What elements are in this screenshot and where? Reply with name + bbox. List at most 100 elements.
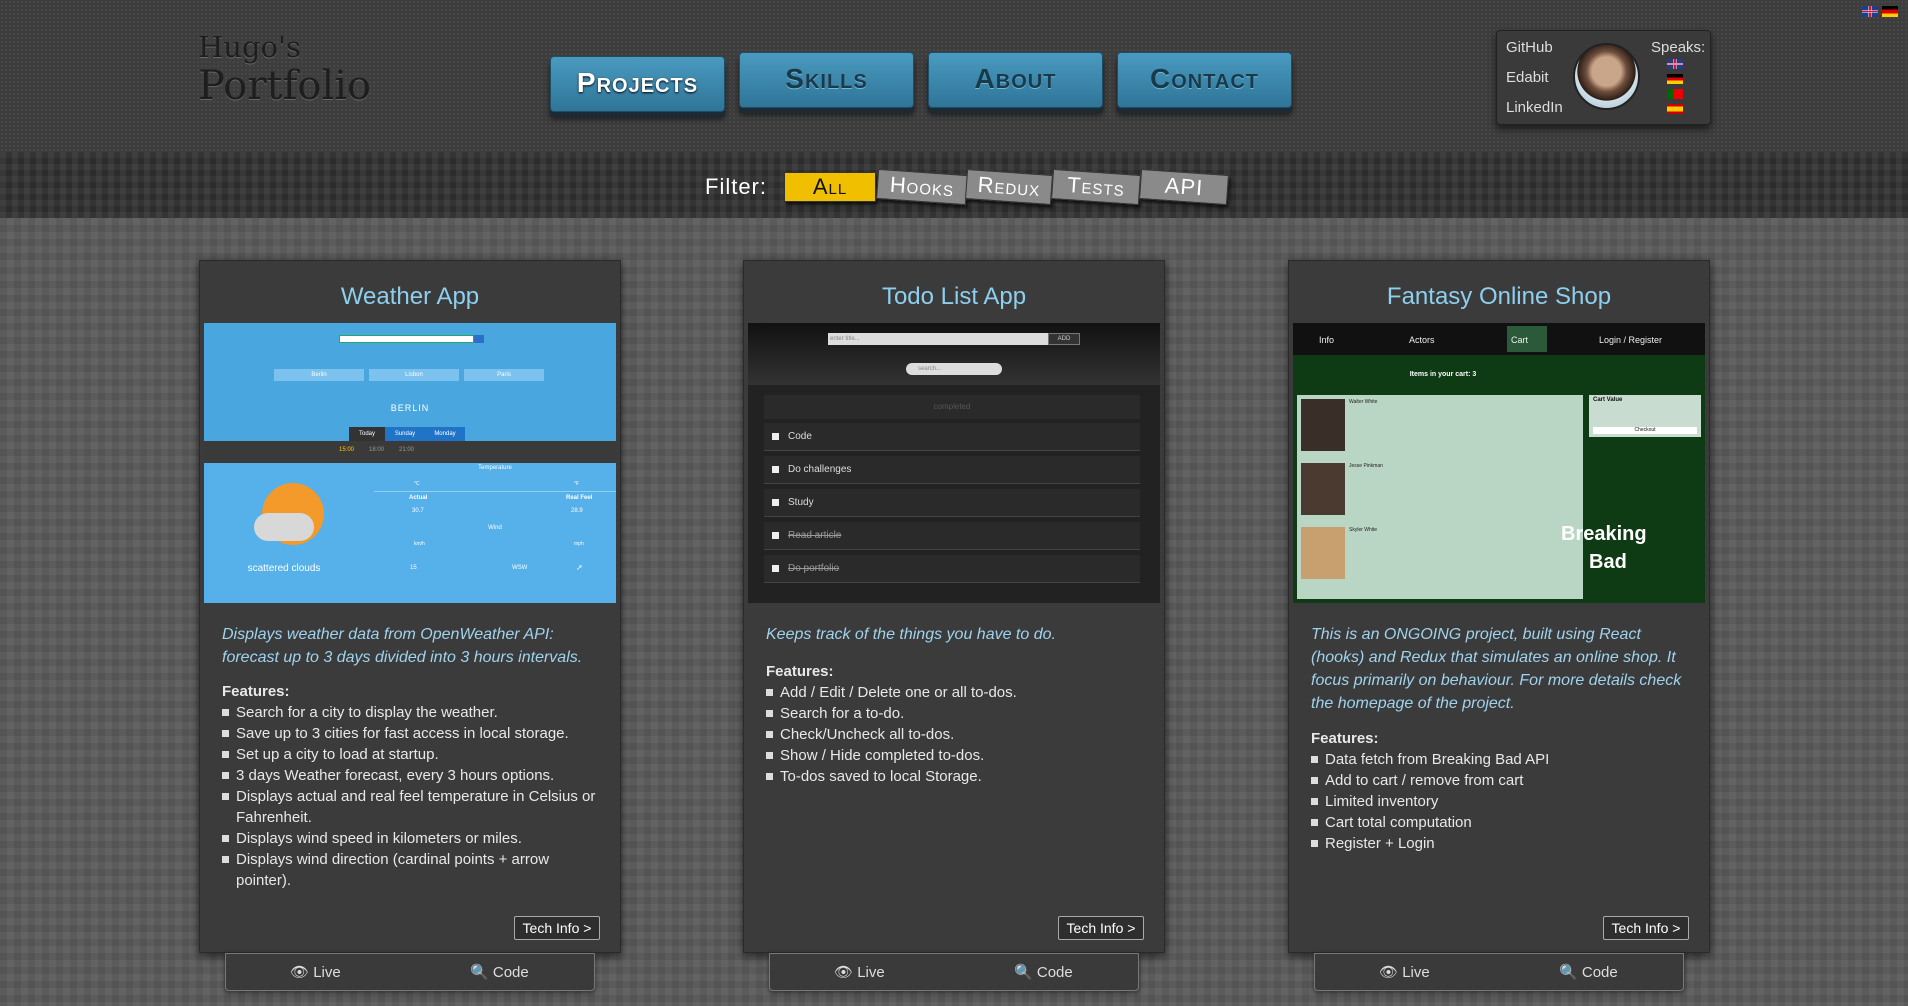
todo-item: Code bbox=[764, 423, 1140, 451]
filter-tests-chip[interactable]: Tests bbox=[1051, 168, 1141, 206]
filter-api-chip[interactable]: API bbox=[1139, 168, 1229, 206]
shop-actions: 👁 Live 🔍 Code bbox=[1314, 953, 1684, 991]
feature-item: Set up a city to load at startup. bbox=[222, 744, 602, 765]
eye-icon: 👁 bbox=[1379, 964, 1399, 981]
feature-item: Limited inventory bbox=[1311, 791, 1691, 812]
project-card-weather: Weather App Berlin Lisbon Paris BERLIN T… bbox=[199, 260, 621, 953]
feature-item: 3 days Weather forecast, every 3 hours o… bbox=[222, 765, 602, 786]
unit-kmh: km/h bbox=[414, 541, 425, 547]
shop-nav-login: Login / Register bbox=[1599, 335, 1663, 345]
filter-hooks-chip[interactable]: Hooks bbox=[876, 168, 968, 206]
card-title: Fantasy Online Shop bbox=[1386, 283, 1612, 310]
shop-nav-actors: Actors bbox=[1409, 335, 1435, 345]
features: Features: Add / Edit / Delete one or all… bbox=[766, 661, 1146, 787]
todo-add-button: ADD bbox=[1048, 333, 1080, 345]
flag-pt-icon bbox=[1667, 89, 1683, 99]
shop-cart-value: Cart Value bbox=[1593, 397, 1623, 403]
feature-item: Cart total computation bbox=[1311, 812, 1691, 833]
card-description: This is an ONGOING project, built using … bbox=[1311, 626, 1682, 712]
todo-item: Do challenges bbox=[764, 456, 1140, 484]
shop-cart-count: Items in your cart: 3 bbox=[1409, 371, 1477, 378]
language-en-icon[interactable] bbox=[1862, 6, 1878, 17]
weather-hour: 21:00 bbox=[399, 447, 415, 453]
actual-temp: 30.7 bbox=[412, 508, 424, 514]
edabit-link[interactable]: Edabit bbox=[1506, 69, 1549, 86]
live-button[interactable]: 👁 Live bbox=[834, 963, 885, 981]
features: Features: Data fetch from Breaking Bad A… bbox=[1311, 728, 1691, 854]
avatar bbox=[1573, 43, 1640, 110]
todo-item-done: Do portfolio bbox=[764, 555, 1140, 583]
feature-item: To-dos saved to local Storage. bbox=[766, 766, 1146, 787]
features-label: Features: bbox=[222, 683, 290, 700]
nav-projects-button[interactable]: Projects bbox=[550, 56, 725, 112]
language-de-icon[interactable] bbox=[1882, 6, 1898, 17]
feature-item: Save up to 3 cities for fast access in l… bbox=[222, 723, 602, 744]
weather-city-chip: Lisbon bbox=[369, 369, 459, 381]
code-button[interactable]: 🔍 Code bbox=[470, 963, 529, 981]
shop-checkout-button: Checkout bbox=[1593, 427, 1697, 434]
live-button[interactable]: 👁 Live bbox=[1379, 963, 1430, 981]
unit-celsius: °C bbox=[414, 481, 420, 487]
todo-actions: 👁 Live 🔍 Code bbox=[769, 953, 1139, 991]
skyler-photo bbox=[1301, 527, 1345, 579]
nav-contact-button[interactable]: Contact bbox=[1117, 52, 1292, 108]
feature-item: Displays wind speed in kilometers or mil… bbox=[222, 828, 602, 849]
weather-day-tab: Today bbox=[349, 427, 385, 441]
shop-item-name: Walter White bbox=[1349, 399, 1378, 405]
filter-label: Filter: bbox=[705, 174, 767, 199]
weather-actions: 👁 Live 🔍 Code bbox=[225, 953, 595, 991]
live-button[interactable]: 👁 Live bbox=[290, 963, 341, 981]
breaking-bad-logo: Bad bbox=[1589, 551, 1627, 573]
github-link[interactable]: GitHub bbox=[1506, 39, 1553, 56]
shop-nav-cart: Cart bbox=[1507, 326, 1547, 352]
card-title: Todo List App bbox=[881, 283, 1027, 310]
code-button[interactable]: 🔍 Code bbox=[1014, 963, 1073, 981]
jesse-photo bbox=[1301, 463, 1345, 515]
feature-item: Add / Edit / Delete one or all to-dos. bbox=[766, 682, 1146, 703]
realfeel-label: Real Feel bbox=[566, 495, 593, 501]
code-button[interactable]: 🔍 Code bbox=[1559, 963, 1618, 981]
weather-hour: 18:00 bbox=[369, 447, 385, 453]
filter-all-chip[interactable]: All bbox=[784, 172, 876, 202]
tech-info-button[interactable]: Tech Info > bbox=[514, 916, 600, 940]
nav-about-button[interactable]: About bbox=[928, 52, 1103, 108]
card-title: Weather App bbox=[340, 283, 480, 310]
project-card-todo: Todo List App enter title... ADD search.… bbox=[743, 260, 1165, 953]
search-icon: 🔍 bbox=[1559, 964, 1578, 981]
shop-nav-info: Info bbox=[1319, 335, 1335, 345]
nav-skills-button[interactable]: Skills bbox=[739, 52, 914, 108]
wind-label: Wind bbox=[488, 525, 502, 531]
feature-item: Check/Uncheck all to-dos. bbox=[766, 724, 1146, 745]
shop-item-name: Jesse Pinkman bbox=[1349, 463, 1383, 469]
todo-completed-toggle: completed bbox=[764, 395, 1140, 419]
todo-item-done: Read article bbox=[764, 522, 1140, 550]
project-card-shop: Fantasy Online Shop Info Actors Cart Log… bbox=[1288, 260, 1710, 953]
todo-item: Study bbox=[764, 489, 1140, 517]
feature-item: Data fetch from Breaking Bad API bbox=[1311, 749, 1691, 770]
unit-fahrenheit: °F bbox=[574, 481, 580, 487]
todo-screenshot: enter title... ADD search... completed C… bbox=[748, 323, 1160, 603]
feature-item: Displays actual and real feel temperatur… bbox=[222, 786, 602, 828]
todo-title-input: enter title... bbox=[828, 333, 1048, 345]
weather-day-tab: Monday bbox=[425, 427, 465, 441]
realfeel-temp: 28.9 bbox=[571, 508, 583, 514]
filter-redux-chip[interactable]: Redux bbox=[965, 169, 1053, 205]
site-logo: Hugo's Portfolio bbox=[198, 30, 371, 108]
features-label: Features: bbox=[766, 663, 834, 680]
feature-item: Register + Login bbox=[1311, 833, 1691, 854]
tech-info-button[interactable]: Tech Info > bbox=[1058, 916, 1144, 940]
eye-icon: 👁 bbox=[290, 964, 310, 981]
weather-day-tab: Sunday bbox=[385, 427, 425, 441]
features: Features: Search for a city to display t… bbox=[222, 681, 602, 891]
cloud-icon bbox=[254, 513, 314, 541]
tech-info-button[interactable]: Tech Info > bbox=[1603, 916, 1689, 940]
card-description: Displays weather data from OpenWeather A… bbox=[222, 626, 583, 666]
feature-item: Displays wind direction (cardinal points… bbox=[222, 849, 602, 891]
actual-label: Actual bbox=[409, 495, 428, 501]
linkedin-link[interactable]: LinkedIn bbox=[1506, 99, 1563, 116]
flag-de-icon bbox=[1667, 74, 1683, 84]
weather-city-chip: Berlin bbox=[274, 369, 364, 381]
card-description: Keeps track of the things you have to do… bbox=[766, 626, 1056, 643]
wind-direction: WSW bbox=[512, 565, 528, 571]
wind-arrow-icon: ➚ bbox=[576, 563, 583, 572]
